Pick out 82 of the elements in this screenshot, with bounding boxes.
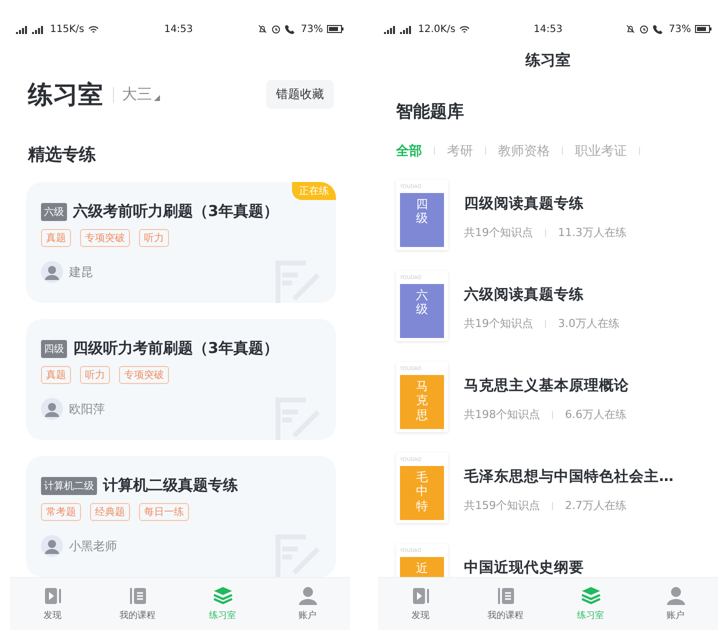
tab-bar-item[interactable]: 我的课程 <box>470 586 540 622</box>
layers-icon <box>212 586 234 606</box>
network-speed: 12.0K/s <box>418 24 456 34</box>
clock-time: 14:53 <box>164 24 193 34</box>
tag: 听力 <box>139 229 169 247</box>
tag: 真题 <box>41 229 71 247</box>
tag: 经典题 <box>90 503 130 521</box>
course-card[interactable]: 四级 四级听力考前刷题（3年真题） 真题 听力 专项突破 欧阳萍 <box>26 319 336 440</box>
alarm-icon <box>270 24 281 34</box>
wrong-questions-button[interactable]: 错题收藏 <box>266 80 334 109</box>
teacher-name: 欧阳萍 <box>69 400 105 418</box>
phone-icon <box>652 24 665 34</box>
cover-title: 六级 <box>416 288 428 317</box>
cover-title: 毛中特 <box>416 470 428 514</box>
wifi-icon <box>88 24 100 34</box>
signal-icon <box>384 24 414 34</box>
layers-icon <box>580 586 602 606</box>
section-title: 精选专练 <box>28 145 97 165</box>
battery-icon <box>326 25 344 33</box>
section-title: 智能题库 <box>396 101 465 124</box>
signal-icon <box>16 24 46 34</box>
level-badge: 计算机二级 <box>41 476 97 494</box>
question-bank-title[interactable]: 六级阅读真题专练 <box>464 285 620 304</box>
card-title: 六级考前听力刷题（3年真题） <box>73 202 278 221</box>
question-bank-title[interactable]: 四级阅读真题专练 <box>464 194 626 213</box>
tag: 听力 <box>80 366 110 384</box>
card-title: 计算机二级真题专练 <box>103 476 238 495</box>
phone-icon <box>284 24 297 34</box>
tag: 每日一练 <box>139 503 189 521</box>
cover-title: 马克思 <box>416 379 428 422</box>
video-book-icon <box>410 586 430 606</box>
avatar <box>41 398 63 420</box>
tag: 专项突破 <box>80 229 130 247</box>
battery-percent: 73% <box>300 24 323 34</box>
tab-bar-item[interactable]: 发现 <box>386 586 456 622</box>
network-speed: 115K/s <box>50 24 84 34</box>
battery-icon <box>695 25 712 33</box>
avatar <box>41 261 63 283</box>
question-bank-title[interactable]: 马克思主义基本原理概论 <box>464 376 629 395</box>
alarm-icon <box>638 24 649 34</box>
tag: 常考题 <box>41 503 81 521</box>
question-bank-title[interactable]: 毛泽东思想与中国特色社会主… <box>464 467 674 486</box>
video-book-icon <box>42 586 62 606</box>
knowledge-count: 共19个知识点 <box>464 225 533 240</box>
clock-time: 14:53 <box>534 24 562 34</box>
grade-selector[interactable]: 大三 <box>122 85 152 104</box>
cover-title: 四级 <box>416 197 428 226</box>
avatar <box>41 535 63 557</box>
status-ribbon: 正在练 <box>292 182 336 200</box>
level-badge: 六级 <box>41 202 67 220</box>
notebook-icon <box>496 586 516 606</box>
tab-bar-item[interactable]: 我的课程 <box>102 586 172 622</box>
knowledge-count: 共159个知识点 <box>464 498 540 513</box>
learner-count: 6.6万人在练 <box>565 407 626 422</box>
tab-bar-item[interactable]: 账户 <box>640 586 710 622</box>
notebook-icon <box>128 586 148 606</box>
level-badge: 四级 <box>41 340 67 358</box>
teacher-name: 建昆 <box>69 264 93 280</box>
user-icon <box>298 586 318 606</box>
card-title: 四级听力考前刷题（3年真题） <box>73 339 278 358</box>
tab-bar-item[interactable]: 账户 <box>272 586 342 622</box>
page-title: 练习室 <box>524 52 572 71</box>
tag: 真题 <box>41 366 71 384</box>
course-card[interactable]: 计算机二级 计算机二级真题专练 常考题 经典题 每日一练 小黑老师 <box>26 456 336 577</box>
learner-count: 2.7万人在练 <box>565 498 626 513</box>
knowledge-count: 共198个知识点 <box>464 407 540 422</box>
caret-icon <box>154 94 160 100</box>
teacher-name: 小黑老师 <box>69 538 117 554</box>
battery-percent: 73% <box>668 24 691 34</box>
page-title: 练习室 <box>28 79 103 111</box>
knowledge-count: 共19个知识点 <box>464 316 533 331</box>
wifi-icon <box>459 24 470 34</box>
tag: 专项突破 <box>119 366 169 384</box>
user-icon <box>666 586 686 606</box>
learner-count: 3.0万人在练 <box>558 316 620 331</box>
question-bank-title[interactable]: 中国近现代史纲要 <box>464 558 584 577</box>
course-card[interactable]: 正在练 六级 六级考前听力刷题（3年真题） 真题 专项突破 听力 建昆 <box>26 182 336 303</box>
bell-off-icon <box>626 24 635 34</box>
bell-off-icon <box>258 24 267 34</box>
cover-title: 近 <box>416 561 428 576</box>
learner-count: 11.3万人在练 <box>558 225 626 240</box>
tab-bar-item[interactable]: 发现 <box>18 586 88 622</box>
